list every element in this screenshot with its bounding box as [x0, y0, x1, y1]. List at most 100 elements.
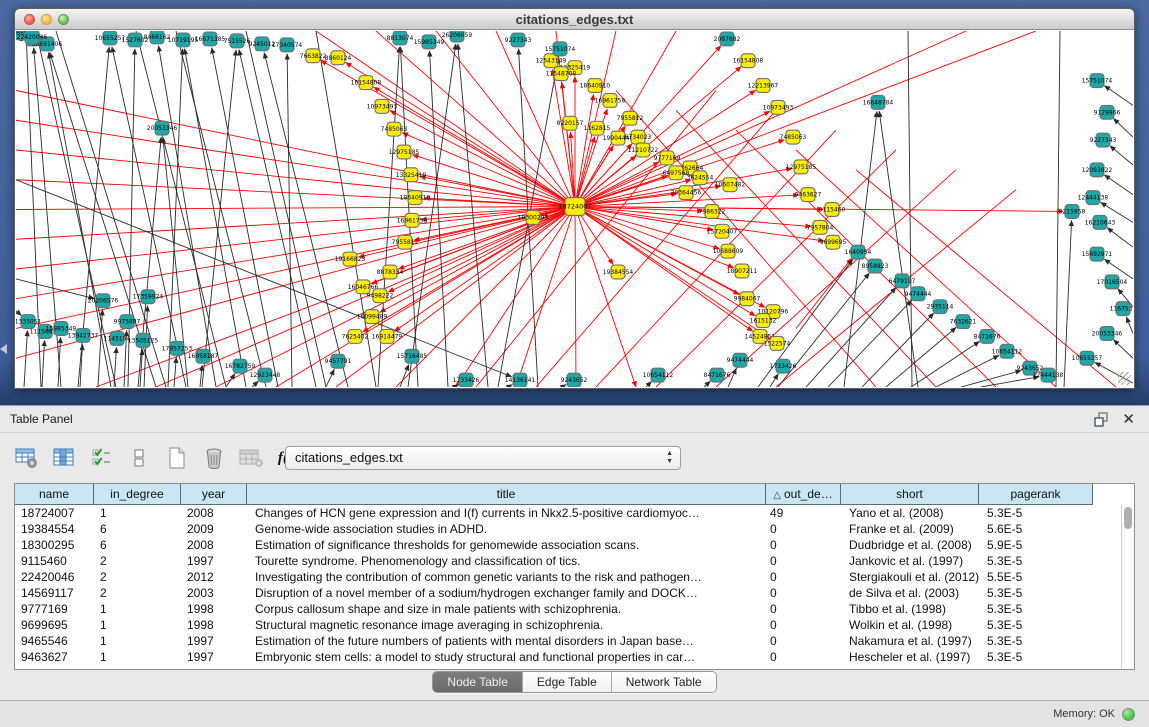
- table-settings-icon[interactable]: [14, 445, 40, 471]
- graph-node-label: 18640910: [400, 195, 431, 202]
- table-cell: 5.6E-5: [979, 521, 1093, 537]
- graph-node-label: 2087682: [714, 36, 741, 43]
- tab-node-table[interactable]: Node Table: [433, 672, 523, 693]
- column-header-name[interactable]: name: [15, 484, 94, 505]
- scrollbar-thumb[interactable]: [1124, 507, 1132, 529]
- table-cell: 2008: [181, 537, 247, 553]
- graph-edge: [1104, 86, 1133, 106]
- table-row[interactable]: 911546021997Tourette syndrome. Phenomeno…: [15, 553, 1121, 569]
- graph-node-label: 17957253: [162, 345, 193, 352]
- graph-edge: [16, 279, 94, 299]
- panel-collapse-arrow[interactable]: [0, 344, 7, 354]
- graph-node-label: 10973493: [763, 104, 794, 111]
- network-canvas[interactable]: 1872400776638228860124161548081097349374…: [16, 31, 1133, 387]
- table-cell: Embryonic stem cells: a model to study s…: [247, 649, 766, 665]
- float-panel-icon[interactable]: [1093, 412, 1109, 427]
- graph-node-label: 15985349: [46, 325, 77, 332]
- table-row[interactable]: 1872400712008Changes of HCN gene express…: [15, 505, 1121, 521]
- table-row[interactable]: 1456911722003Disruption of a novel membe…: [15, 585, 1121, 601]
- graph-node-label: 16961758: [595, 97, 626, 104]
- memory-status: Memory: OK: [1053, 701, 1115, 727]
- combo-stepper-icon: ▲▼: [666, 450, 673, 466]
- window-titlebar[interactable]: citations_edges.txt: [15, 9, 1134, 30]
- graph-node-label: 10688609: [713, 248, 744, 255]
- graph-edge: [770, 374, 778, 387]
- rows-icon[interactable]: [126, 445, 152, 471]
- graph-node-label: 20364456: [671, 190, 702, 197]
- graph-node-label: 12975185: [389, 149, 420, 156]
- graph-node-label: 20053346: [1092, 330, 1123, 337]
- graph-edge: [562, 385, 566, 387]
- tab-network-table[interactable]: Network Table: [612, 672, 716, 693]
- graph-edge: [911, 341, 980, 387]
- close-panel-icon[interactable]: ✕: [1122, 410, 1135, 428]
- column-header-year[interactable]: year: [181, 484, 247, 505]
- graph-node-label: 7955812: [617, 115, 644, 122]
- graph-node-label: 9474444: [905, 291, 932, 298]
- graph-edge: [1113, 340, 1133, 359]
- tab-edge-table[interactable]: Edge Table: [523, 672, 612, 693]
- table-row[interactable]: 969969511998Structural magnetic resonanc…: [15, 617, 1121, 633]
- table-row[interactable]: 1938455462009Genome-wide association stu…: [15, 521, 1121, 537]
- graph-node-label: 16154808: [351, 80, 382, 87]
- table-cell: 5.3E-5: [979, 505, 1093, 521]
- table-cell: 19384554: [15, 521, 94, 537]
- graph-edge: [458, 44, 488, 387]
- graph-node-label: 14136141: [505, 377, 536, 384]
- graph-node-label: 10973493: [367, 103, 398, 110]
- table-cell: Nakamura et al. (1997): [841, 633, 979, 649]
- trash-icon[interactable]: [201, 445, 227, 471]
- graph-edge: [575, 31, 1036, 207]
- table-row[interactable]: 2242004622012Investigating the contribut…: [15, 569, 1121, 585]
- table-row[interactable]: 946362711997Embryonic stem cells: a mode…: [15, 649, 1121, 665]
- graph-edge: [552, 70, 575, 207]
- graph-node-label: 9463627: [795, 192, 822, 199]
- table-row[interactable]: 1830029562008Estimation of significance …: [15, 537, 1121, 553]
- graph-node-label: 8878334: [377, 269, 404, 276]
- table-cell: 5.3E-5: [979, 633, 1093, 649]
- graph-node-label: 15751074: [545, 46, 576, 53]
- table-cell: 5.3E-5: [979, 601, 1093, 617]
- graph-node-label: 15716485: [397, 353, 428, 360]
- graph-node-label: 17016504: [1097, 279, 1128, 286]
- graph-node-label: 9498222: [367, 293, 394, 300]
- table-row[interactable]: 946554611997Estimation of the future num…: [15, 633, 1121, 649]
- graph-node-label: 16961758: [397, 217, 428, 224]
- column-header-out_de[interactable]: △out_de…: [766, 484, 841, 505]
- table-row[interactable]: 977716911998Corpus callosum shape and si…: [15, 601, 1121, 617]
- table-cell: 0: [766, 649, 841, 665]
- graph-node-label: 12444138: [1033, 372, 1064, 379]
- graph-node-label: 9243652: [1017, 365, 1044, 372]
- graph-node-label: 17359924: [133, 294, 164, 301]
- graph-node-label: 12093822: [1082, 167, 1113, 174]
- network-graph[interactable]: 1872400776638228860124161548081097349374…: [16, 31, 1133, 387]
- column-header-pagerank[interactable]: pagerank: [979, 484, 1093, 505]
- column-header-title[interactable]: title: [247, 484, 766, 505]
- column-select-icon[interactable]: [51, 445, 77, 471]
- graph-node-label: 7957804: [807, 224, 834, 231]
- checklist-icon[interactable]: [89, 445, 115, 471]
- graph-node-label: 7485063: [780, 134, 807, 141]
- column-header-short[interactable]: short: [841, 484, 979, 505]
- graph-node-label: 13325419: [396, 172, 427, 179]
- table-select-value: citations_edges.txt: [295, 447, 403, 469]
- graph-node-label: 8813074: [387, 35, 414, 42]
- new-file-icon[interactable]: [164, 445, 190, 471]
- table-cell: 1: [94, 505, 181, 521]
- column-header-in_degree[interactable]: in_degree: [94, 484, 181, 505]
- table-cell: 5.3E-5: [979, 553, 1093, 569]
- table-scrollbar[interactable]: [1121, 505, 1134, 669]
- table-cell: Disruption of a novel member of a sodium…: [247, 585, 766, 601]
- graph-node-label: 1145194: [104, 335, 131, 342]
- table-cell: 0: [766, 521, 841, 537]
- table-cell: 9777169: [15, 601, 94, 617]
- table-cell: 1: [94, 633, 181, 649]
- graph-node-label: 18724007: [558, 203, 591, 211]
- table-cell: 0: [766, 569, 841, 585]
- graph-edge: [575, 207, 765, 308]
- graph-node-label: 7955812: [392, 239, 419, 246]
- table-select-combo[interactable]: citations_edges.txt ▲▼: [285, 446, 681, 470]
- window-resize-grip[interactable]: [1118, 372, 1131, 385]
- table-cell: 9463627: [15, 649, 94, 665]
- window-title: citations_edges.txt: [15, 9, 1134, 30]
